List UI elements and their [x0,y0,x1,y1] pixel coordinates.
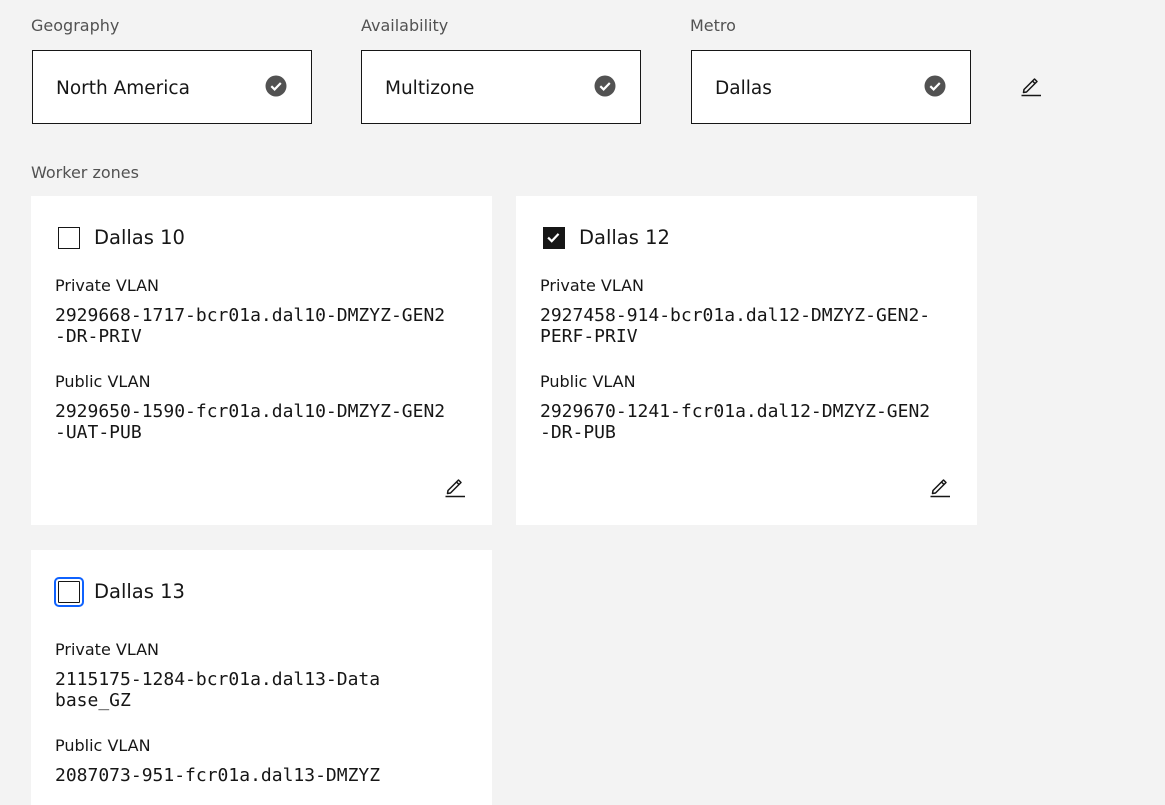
availability-label: Availability [361,16,449,35]
private-vlan-value: 2929668-1717-bcr01a.dal10-DMZYZ-GEN2-DR-… [55,305,446,347]
private-vlan-value: 2115175-1284-bcr01a.dal13-Database_GZ [55,669,381,711]
zone-card-dallas-12: Dallas 12 Private VLAN 2927458-914-bcr01… [516,196,977,525]
public-vlan-value: 2929650-1590-fcr01a.dal10-DMZYZ-GEN2-UAT… [55,401,446,443]
private-vlan-label: Private VLAN [55,640,160,659]
metro-tile[interactable]: Dallas [691,50,971,124]
zone-checkbox[interactable] [54,577,84,607]
metro-label: Metro [690,16,736,35]
geography-tile[interactable]: North America [32,50,312,124]
zone-card-dallas-13: Dallas 13 Private VLAN 2115175-1284-bcr0… [31,550,492,805]
public-vlan-label: Public VLAN [55,372,151,391]
zone-name: Dallas 13 [94,580,185,603]
private-vlan-label: Private VLAN [540,276,645,295]
checkmark-filled-icon [265,75,287,97]
private-vlan-label: Private VLAN [55,276,160,295]
worker-zones-label: Worker zones [31,163,139,182]
public-vlan-value: 2087073-951-fcr01a.dal13-DMZYZ [55,765,381,786]
zone-checkbox[interactable] [543,227,565,249]
checkmark-icon [547,233,560,243]
zone-name: Dallas 10 [94,226,185,249]
public-vlan-label: Public VLAN [540,372,636,391]
availability-value: Multizone [385,78,475,99]
metro-value: Dallas [715,78,772,99]
availability-tile[interactable]: Multizone [361,50,641,124]
zone-name: Dallas 12 [579,226,670,249]
geography-label: Geography [31,16,120,35]
edit-icon[interactable] [443,474,467,498]
edit-icon[interactable] [1019,73,1043,97]
edit-icon[interactable] [928,474,952,498]
zone-card-dallas-10: Dallas 10 Private VLAN 2929668-1717-bcr0… [31,196,492,525]
zone-checkbox[interactable] [58,227,80,249]
geography-value: North America [56,78,190,99]
private-vlan-value: 2927458-914-bcr01a.dal12-DMZYZ-GEN2-PERF… [540,305,931,347]
checkmark-filled-icon [924,75,946,97]
checkmark-filled-icon [594,75,616,97]
public-vlan-value: 2929670-1241-fcr01a.dal12-DMZYZ-GEN2-DR-… [540,401,931,443]
public-vlan-label: Public VLAN [55,736,151,755]
